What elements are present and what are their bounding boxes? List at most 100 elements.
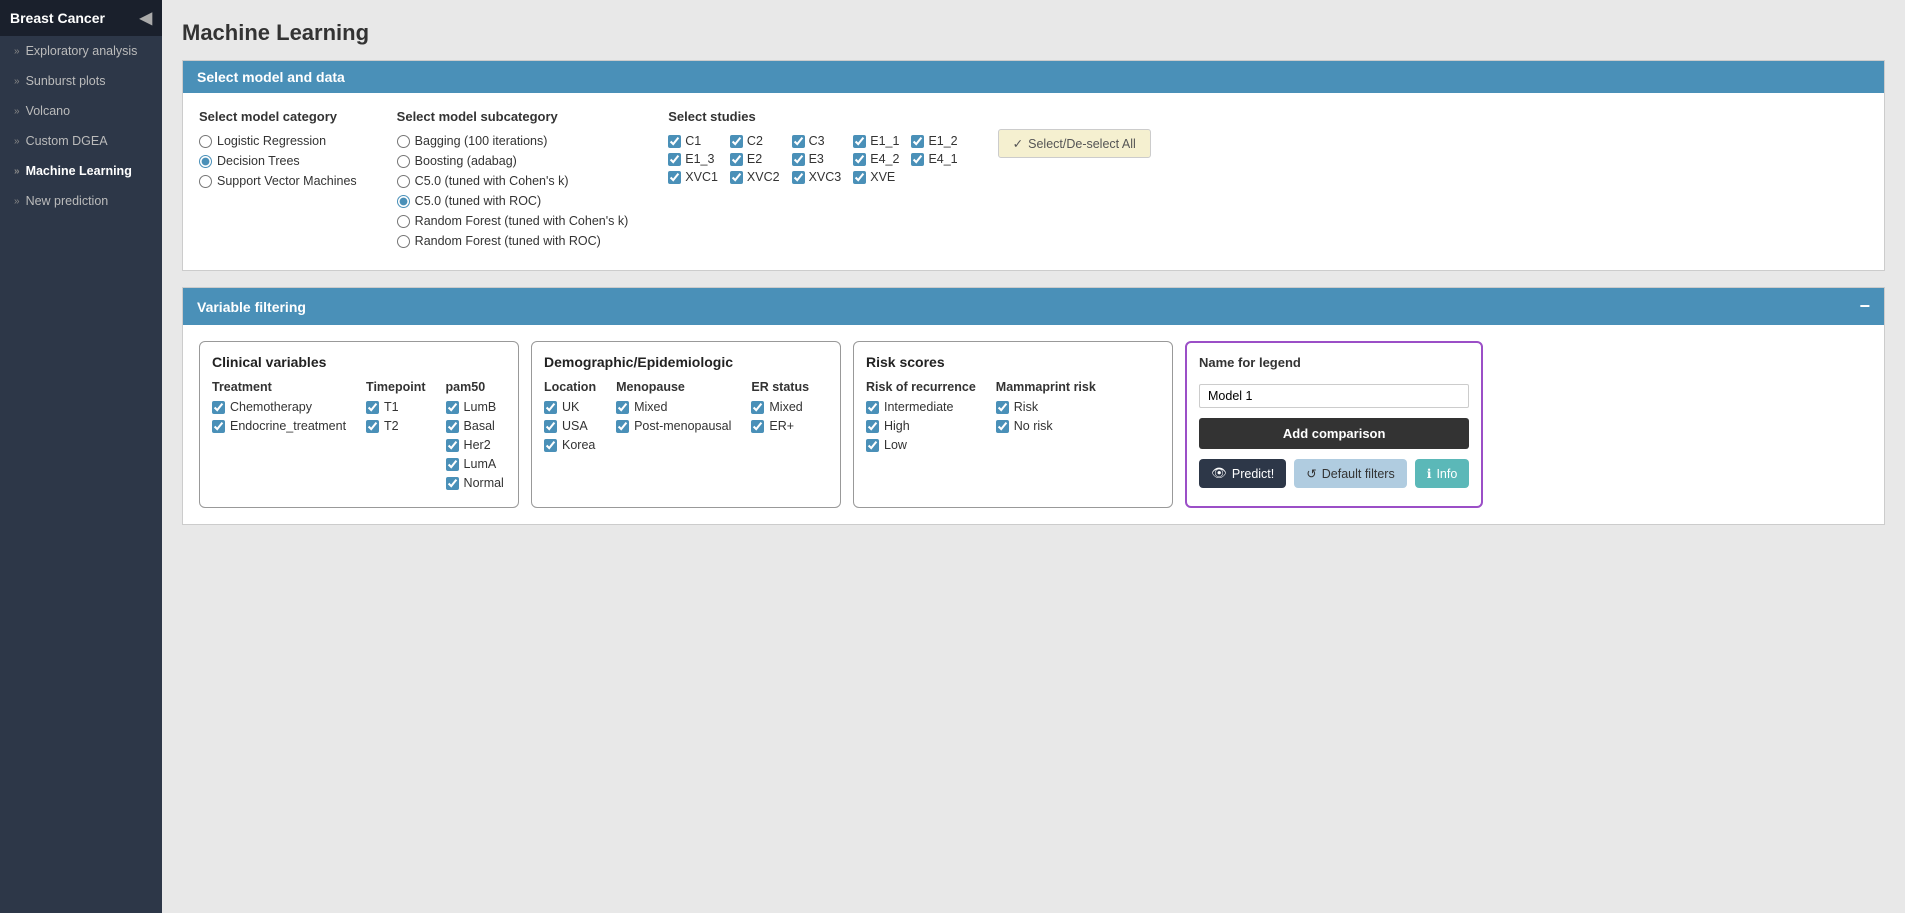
study-checkbox-C3[interactable] xyxy=(792,135,805,148)
sidebar-item-exploratory-analysis[interactable]: »Exploratory analysis xyxy=(0,36,162,66)
model-category-label: Select model category xyxy=(199,109,357,124)
checkbox-No_risk[interactable] xyxy=(996,420,1009,433)
study-checkbox-E4_2[interactable] xyxy=(853,153,866,166)
radio-decision-trees[interactable] xyxy=(199,155,212,168)
checkbox-ER+[interactable] xyxy=(751,420,764,433)
checkbox-item: T1 xyxy=(366,400,426,414)
radio-sub-label-rf-roc[interactable]: Random Forest (tuned with ROC) xyxy=(397,234,629,248)
checkbox-Mixed[interactable] xyxy=(616,401,629,414)
recurrence-items: Intermediate High Low xyxy=(866,400,976,452)
radio-label-logistic[interactable]: Logistic Regression xyxy=(199,134,357,148)
checkbox-USA[interactable] xyxy=(544,420,557,433)
study-checkbox-E1_1[interactable] xyxy=(853,135,866,148)
study-checkbox-C1[interactable] xyxy=(668,135,681,148)
checkbox-T1[interactable] xyxy=(366,401,379,414)
radio-sub-c50-roc[interactable] xyxy=(397,195,410,208)
mammaprint-col: Mammaprint risk Risk No risk xyxy=(996,380,1096,457)
radio-sub-bagging[interactable] xyxy=(397,135,410,148)
study-checkbox-XVC2[interactable] xyxy=(730,171,743,184)
radio-sub-label-c50-cohens[interactable]: C5.0 (tuned with Cohen's k) xyxy=(397,174,629,188)
menopause-header: Menopause xyxy=(616,380,731,394)
action-buttons: 👁 Predict! ↺ Default filters ℹ Info xyxy=(1199,459,1469,488)
study-checkbox-XVE[interactable] xyxy=(853,171,866,184)
checkbox-Korea[interactable] xyxy=(544,439,557,452)
add-comparison-button[interactable]: Add comparison xyxy=(1199,418,1469,449)
study-item-E1_2: E1_2 xyxy=(911,134,957,148)
study-checkbox-E2[interactable] xyxy=(730,153,743,166)
info-label: Info xyxy=(1436,467,1457,481)
checkbox-Intermediate[interactable] xyxy=(866,401,879,414)
checkbox-label: High xyxy=(884,419,910,433)
checkbox-Her2[interactable] xyxy=(446,439,459,452)
study-checkbox-XVC1[interactable] xyxy=(668,171,681,184)
checkbox-Normal[interactable] xyxy=(446,477,459,490)
demographic-inner: Location UK USA Korea Menopause Mixed Po… xyxy=(544,380,828,457)
checkbox-LumA[interactable] xyxy=(446,458,459,471)
timepoint-col: Timepoint T1 T2 xyxy=(366,380,426,495)
study-checkbox-E3[interactable] xyxy=(792,153,805,166)
checkbox-T2[interactable] xyxy=(366,420,379,433)
radio-label-svm[interactable]: Support Vector Machines xyxy=(199,174,357,188)
info-button[interactable]: ℹ Info xyxy=(1415,459,1470,488)
checkbox-label: T2 xyxy=(384,419,399,433)
radio-sub-label-rf-cohens[interactable]: Random Forest (tuned with Cohen's k) xyxy=(397,214,629,228)
mammaprint-header: Mammaprint risk xyxy=(996,380,1096,394)
checkbox-Low[interactable] xyxy=(866,439,879,452)
radio-label-decision-trees[interactable]: Decision Trees xyxy=(199,154,357,168)
legend-name-input[interactable] xyxy=(1199,384,1469,408)
select-deselect-button[interactable]: ✓ Select/De-select All xyxy=(998,129,1151,158)
checkbox-UK[interactable] xyxy=(544,401,557,414)
study-checkbox-E4_1[interactable] xyxy=(911,153,924,166)
location-items: UK USA Korea xyxy=(544,400,596,452)
sidebar-item-new-prediction[interactable]: »New prediction xyxy=(0,186,162,216)
checkbox-item: Mixed xyxy=(616,400,731,414)
checkbox-Basal[interactable] xyxy=(446,420,459,433)
checkbox-label: Korea xyxy=(562,438,595,452)
radio-sub-label-boosting[interactable]: Boosting (adabag) xyxy=(397,154,629,168)
radio-sub-c50-cohens[interactable] xyxy=(397,175,410,188)
study-checkbox-XVC3[interactable] xyxy=(792,171,805,184)
checkbox-Chemotherapy[interactable] xyxy=(212,401,225,414)
collapse-icon[interactable]: − xyxy=(1859,296,1870,317)
sidebar-item-sunburst-plots[interactable]: »Sunburst plots xyxy=(0,66,162,96)
study-label-E2: E2 xyxy=(747,152,762,166)
study-item-C1: C1 xyxy=(668,134,718,148)
checkbox-High[interactable] xyxy=(866,420,879,433)
study-label-XVC2: XVC2 xyxy=(747,170,780,184)
risk-inner: Risk of recurrence Intermediate High Low… xyxy=(866,380,1160,457)
recurrence-header: Risk of recurrence xyxy=(866,380,976,394)
demographic-card: Demographic/Epidemiologic Location UK US… xyxy=(531,341,841,508)
variable-filtering-panel: Variable filtering − Clinical variables … xyxy=(182,287,1885,525)
study-checkbox-E1_3[interactable] xyxy=(668,153,681,166)
radio-sub-label-c50-roc[interactable]: C5.0 (tuned with ROC) xyxy=(397,194,629,208)
predict-button[interactable]: 👁 Predict! xyxy=(1199,459,1286,488)
default-filters-button[interactable]: ↺ Default filters xyxy=(1294,459,1406,488)
checkbox-Endocrine_treatment[interactable] xyxy=(212,420,225,433)
checkbox-label: Post-menopausal xyxy=(634,419,731,433)
default-icon: ↺ xyxy=(1306,466,1316,481)
checkbox-LumB[interactable] xyxy=(446,401,459,414)
checkbox-Risk[interactable] xyxy=(996,401,1009,414)
sidebar-item-volcano[interactable]: »Volcano xyxy=(0,96,162,126)
radio-sub-boosting[interactable] xyxy=(397,155,410,168)
sidebar-item-custom-dgea[interactable]: »Custom DGEA xyxy=(0,126,162,156)
sidebar-item-machine-learning[interactable]: »Machine Learning xyxy=(0,156,162,186)
checkbox-item: Normal xyxy=(446,476,504,490)
study-item-E1_3: E1_3 xyxy=(668,152,718,166)
checkbox-Mixed[interactable] xyxy=(751,401,764,414)
radio-svm[interactable] xyxy=(199,175,212,188)
study-checkbox-E1_2[interactable] xyxy=(911,135,924,148)
study-item-E3: E3 xyxy=(792,152,842,166)
radio-logistic[interactable] xyxy=(199,135,212,148)
checkbox-Post-menopausal[interactable] xyxy=(616,420,629,433)
study-checkbox-C2[interactable] xyxy=(730,135,743,148)
study-item-C3: C3 xyxy=(792,134,842,148)
sidebar-header: Breast Cancer ◀ xyxy=(0,0,162,36)
radio-sub-rf-cohens[interactable] xyxy=(397,215,410,228)
pam50-col: pam50 LumB Basal Her2 LumA Normal xyxy=(446,380,504,495)
pam50-header: pam50 xyxy=(446,380,504,394)
sidebar-toggle[interactable]: ◀ xyxy=(140,8,152,28)
study-label-E4_2: E4_2 xyxy=(870,152,899,166)
radio-sub-label-bagging[interactable]: Bagging (100 iterations) xyxy=(397,134,629,148)
radio-sub-rf-roc[interactable] xyxy=(397,235,410,248)
